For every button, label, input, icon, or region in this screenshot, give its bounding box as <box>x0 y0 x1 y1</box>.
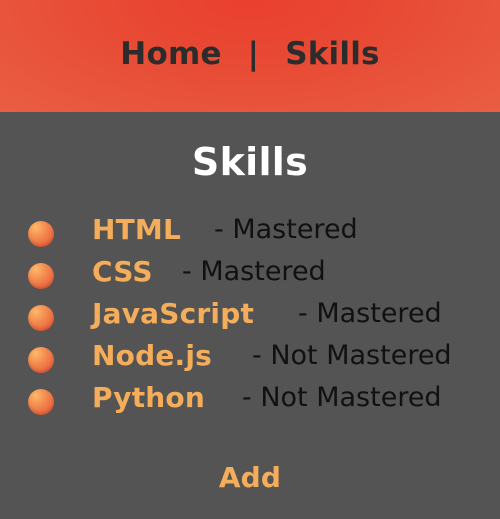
nav-link-skills[interactable]: Skills <box>285 36 379 72</box>
add-skill-button[interactable]: Add <box>0 461 500 494</box>
skill-item-css: CSS - Mastered <box>0 255 500 295</box>
skill-name: HTML <box>92 213 182 246</box>
skill-item-javascript: JavaScript - Mastered <box>0 297 500 337</box>
skill-name: Node.js <box>92 339 213 372</box>
skill-status: - Not Mastered <box>252 340 452 371</box>
bullet-icon <box>28 221 54 247</box>
skill-name: Python <box>92 381 205 414</box>
skill-status: - Mastered <box>298 298 442 329</box>
skill-status: - Not Mastered <box>242 382 442 413</box>
nav-separator: | <box>247 36 260 72</box>
skill-item-python: Python - Not Mastered <box>0 381 500 421</box>
bullet-icon <box>28 263 54 289</box>
skill-name: CSS <box>92 255 153 288</box>
main-content: Skills HTML - Mastered CSS - Mastered Ja… <box>0 112 500 519</box>
skill-item-html: HTML - Mastered <box>0 213 500 253</box>
skill-status: - Mastered <box>214 214 358 245</box>
skill-name: JavaScript <box>92 297 255 330</box>
skill-item-nodejs: Node.js - Not Mastered <box>0 339 500 379</box>
bullet-icon <box>28 347 54 373</box>
skills-page: Home | Skills Skills HTML - Mastered CSS… <box>0 0 500 519</box>
top-navigation-bar: Home | Skills <box>0 0 500 112</box>
skills-list: HTML - Mastered CSS - Mastered JavaScrip… <box>0 112 500 519</box>
nav-links-row: Home | Skills <box>120 36 379 72</box>
nav-link-home[interactable]: Home <box>120 36 221 72</box>
bullet-icon <box>28 389 54 415</box>
skill-status: - Mastered <box>182 256 326 287</box>
bullet-icon <box>28 305 54 331</box>
